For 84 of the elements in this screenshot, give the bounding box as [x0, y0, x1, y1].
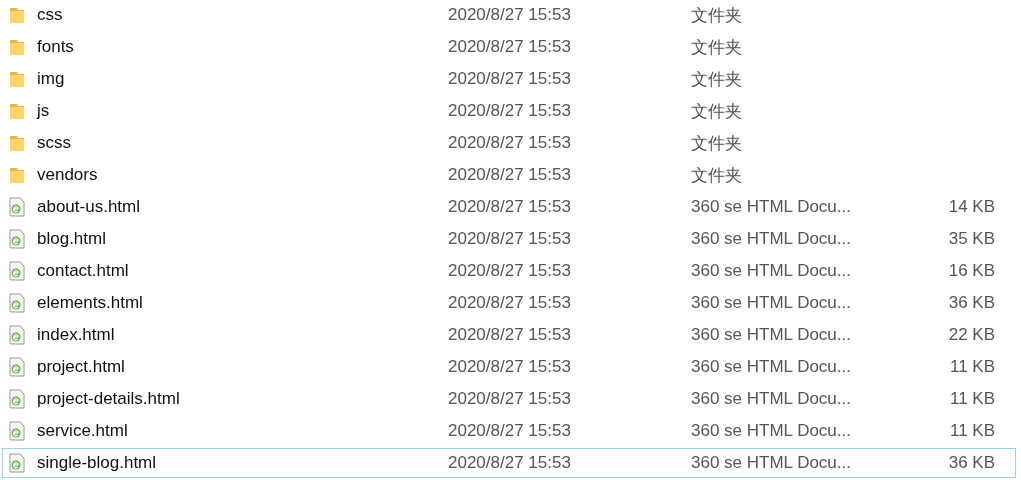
file-name: service.html [37, 421, 129, 441]
file-row[interactable]: single-blog.html 2020/8/27 15:53 360 se HTML Docu... 36 KB [2, 448, 1016, 478]
file-size: 11 KB [949, 357, 995, 376]
file-type: 文件夹 [691, 132, 743, 155]
file-row[interactable]: index.html 2020/8/27 15:53 360 se HTML Docu... 22 KB [2, 320, 1016, 350]
file-type: 文件夹 [691, 36, 743, 59]
modified-date: 2020/8/27 15:53 [448, 69, 572, 89]
modified-date: 2020/8/27 15:53 [448, 197, 572, 217]
file-row[interactable]: img 2020/8/27 15:53 文件夹 [2, 64, 1016, 94]
file-type: 360 se HTML Docu... [691, 357, 852, 377]
web-file-icon [8, 261, 26, 281]
file-row[interactable]: service.html 2020/8/27 15:53 360 se HTML Docu... 11 KB [2, 416, 1016, 446]
file-size: 35 KB [948, 229, 995, 248]
file-type: 360 se HTML Docu... [691, 421, 852, 441]
folder-icon [8, 101, 26, 121]
file-name: css [37, 5, 64, 25]
modified-date: 2020/8/27 15:53 [448, 357, 572, 377]
file-size: 16 KB [948, 261, 995, 280]
folder-icon [8, 69, 26, 89]
file-size: 11 KB [949, 421, 995, 440]
folder-icon [8, 165, 26, 185]
file-size: 11 KB [949, 389, 995, 408]
file-type: 文件夹 [691, 68, 743, 91]
file-name: contact.html [37, 261, 130, 281]
modified-date: 2020/8/27 15:53 [448, 389, 572, 409]
file-name: elements.html [37, 293, 144, 313]
web-file-icon [8, 389, 26, 409]
modified-date: 2020/8/27 15:53 [448, 293, 572, 313]
modified-date: 2020/8/27 15:53 [448, 421, 572, 441]
folder-icon [8, 37, 26, 57]
file-name: img [37, 69, 66, 89]
file-type: 360 se HTML Docu... [691, 389, 852, 409]
modified-date: 2020/8/27 15:53 [448, 229, 572, 249]
folder-icon [8, 133, 26, 153]
modified-date: 2020/8/27 15:53 [448, 453, 572, 473]
file-name: js [37, 101, 51, 121]
file-type: 360 se HTML Docu... [691, 325, 852, 345]
file-row[interactable]: scss 2020/8/27 15:53 文件夹 [2, 128, 1016, 158]
file-name: index.html [37, 325, 116, 345]
web-file-icon [8, 421, 26, 441]
file-row[interactable]: contact.html 2020/8/27 15:53 360 se HTML Docu... 16 KB [2, 256, 1016, 286]
file-row[interactable]: js 2020/8/27 15:53 文件夹 [2, 96, 1016, 126]
file-name: fonts [37, 37, 75, 57]
file-row[interactable]: blog.html 2020/8/27 15:53 360 se HTML Docu... 35 KB [2, 224, 1016, 254]
file-type: 360 se HTML Docu... [691, 453, 852, 473]
web-file-icon [8, 293, 26, 313]
file-size: 36 KB [948, 293, 995, 312]
folder-icon [8, 5, 26, 25]
modified-date: 2020/8/27 15:53 [448, 5, 572, 25]
web-file-icon [8, 357, 26, 377]
file-name: project-details.html [37, 389, 181, 409]
file-name: vendors [37, 165, 99, 185]
file-name: scss [37, 133, 72, 153]
file-type: 文件夹 [691, 4, 743, 27]
modified-date: 2020/8/27 15:53 [448, 165, 572, 185]
file-row[interactable]: fonts 2020/8/27 15:53 文件夹 [2, 32, 1016, 62]
file-type: 360 se HTML Docu... [691, 261, 852, 281]
modified-date: 2020/8/27 15:53 [448, 37, 572, 57]
file-type: 文件夹 [691, 100, 743, 123]
file-size: 36 KB [948, 453, 995, 472]
file-name: single-blog.html [37, 453, 158, 473]
web-file-icon [8, 197, 26, 217]
modified-date: 2020/8/27 15:53 [448, 133, 572, 153]
file-row[interactable]: about-us.html 2020/8/27 15:53 360 se HTML Docu... 14 KB [2, 192, 1016, 222]
file-row[interactable]: vendors 2020/8/27 15:53 文件夹 [2, 160, 1016, 190]
web-file-icon [8, 453, 26, 473]
file-row[interactable]: project.html 2020/8/27 15:53 360 se HTML Docu... 11 KB [2, 352, 1016, 382]
file-row[interactable]: css 2020/8/27 15:53 文件夹 [2, 0, 1016, 30]
modified-date: 2020/8/27 15:53 [448, 101, 572, 121]
modified-date: 2020/8/27 15:53 [448, 325, 572, 345]
file-name: about-us.html [37, 197, 141, 217]
file-name: blog.html [37, 229, 107, 249]
web-file-icon [8, 229, 26, 249]
file-row[interactable]: elements.html 2020/8/27 15:53 360 se HTML Docu... 36 KB [2, 288, 1016, 318]
file-row[interactable]: project-details.html 2020/8/27 15:53 360 se HTML Docu... 11 KB [2, 384, 1016, 414]
file-type: 360 se HTML Docu... [691, 293, 852, 313]
file-size: 22 KB [948, 325, 995, 344]
modified-date: 2020/8/27 15:53 [448, 261, 572, 281]
file-size: 14 KB [948, 197, 995, 216]
file-type: 文件夹 [691, 164, 743, 187]
file-type: 360 se HTML Docu... [691, 197, 852, 217]
file-type: 360 se HTML Docu... [691, 229, 852, 249]
web-file-icon [8, 325, 26, 345]
file-name: project.html [37, 357, 126, 377]
